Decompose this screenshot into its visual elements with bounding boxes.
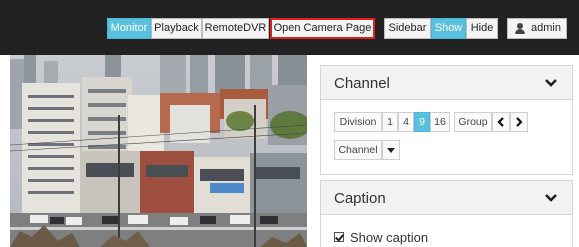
chevron-right-icon [516,117,523,127]
chevron-left-icon [497,117,504,127]
division-9-button[interactable]: 9 [414,112,430,132]
chevron-down-icon[interactable] [544,78,558,88]
caption-panel-header[interactable]: Caption [321,181,572,215]
username: admin [531,22,561,34]
group-next-button[interactable] [510,112,528,132]
open-camera-page-button[interactable]: Open Camera Page [270,18,375,39]
division-4-button[interactable]: 4 [398,112,414,132]
channel-panel-header[interactable]: Channel [321,66,572,100]
sidebar-show-button[interactable]: Show [431,18,466,39]
channel-dropdown-button[interactable] [382,140,400,160]
channel-panel-title: Channel [334,75,390,92]
show-caption-label[interactable]: Show caption [350,230,428,245]
caption-panel-title: Caption [334,190,386,207]
division-16-button[interactable]: 16 [430,112,450,132]
camera-view[interactable] [10,55,307,247]
sidebar-hide-button[interactable]: Hide [466,18,498,39]
division-1-button[interactable]: 1 [382,112,398,132]
group-prev-button[interactable] [492,112,510,132]
monitor-button[interactable]: Monitor [107,18,151,39]
chevron-down-icon[interactable] [544,193,558,203]
channel-label: Channel [334,140,382,160]
caption-panel: Caption Show caption [320,180,573,247]
top-bar: Monitor Playback RemoteDVR Open Camera P… [0,0,579,55]
channel-panel: Channel Division 1 4 9 16 Group Channel [320,65,573,175]
user-menu-button[interactable]: admin [507,18,567,39]
show-caption-checkbox[interactable] [334,232,344,242]
group-label: Group [454,112,492,132]
camera-image [10,55,307,247]
sidebar-label: Sidebar [384,18,431,39]
division-label: Division [334,112,382,132]
remotedvr-button[interactable]: RemoteDVR [202,18,269,39]
caret-down-icon [387,148,395,153]
playback-button[interactable]: Playback [151,18,202,39]
user-icon [515,23,525,34]
